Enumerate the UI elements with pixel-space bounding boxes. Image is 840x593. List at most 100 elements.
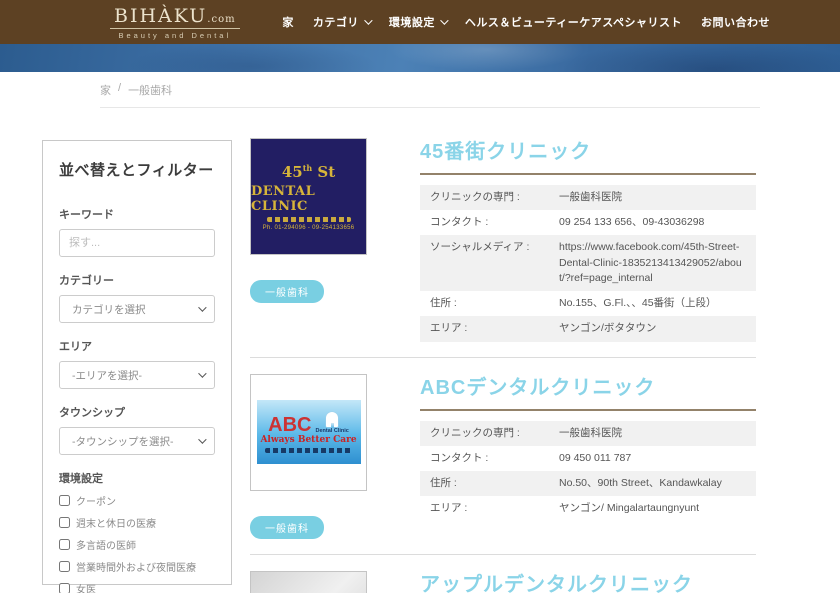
listing-media: ABC Dental Clinic Always Better Care 一般歯… bbox=[250, 374, 367, 539]
category-select[interactable]: カテゴリを選択 bbox=[59, 295, 215, 323]
nav-preferences[interactable]: 環境設定 bbox=[389, 14, 446, 30]
preference-female-doctor[interactable]: 女医 bbox=[59, 581, 215, 593]
abc-right-col: Dental Clinic bbox=[316, 412, 349, 434]
keyword-label: キーワード bbox=[59, 206, 215, 222]
breadcrumb-separator: / bbox=[118, 82, 121, 98]
preferences-label: 環境設定 bbox=[59, 470, 215, 486]
tooth-icon bbox=[326, 412, 338, 427]
row-value: https://www.facebook.com/45th-Street-Den… bbox=[555, 235, 756, 291]
township-select[interactable]: -タウンシップを選択- bbox=[59, 427, 215, 455]
breadcrumb-divider bbox=[100, 107, 760, 108]
clinic-logo-45th: 45th St DENTAL CLINIC Ph. 01-294096 - 09… bbox=[251, 139, 366, 254]
abc-dental-clinic-label: Dental Clinic bbox=[316, 428, 349, 434]
table-row: ソーシャルメディア :https://www.facebook.com/45th… bbox=[420, 235, 756, 291]
table-row: エリア :ヤンゴン/ Mingalartaungnyunt bbox=[420, 496, 756, 521]
preference-checkbox[interactable] bbox=[59, 561, 70, 572]
row-label: 住所 : bbox=[420, 291, 555, 316]
sidebar-title: 並べ替えとフィルター bbox=[59, 159, 215, 180]
breadcrumb: 家 / 一般歯科 bbox=[100, 82, 172, 98]
preferences-list: クーポン 週末と休日の医療 多言語の医師 営業時間外および夜間医療 女医 bbox=[59, 493, 215, 593]
listing-divider bbox=[250, 357, 756, 358]
clinic-logo-apple bbox=[251, 572, 366, 593]
nav-home[interactable]: 家 bbox=[282, 14, 294, 30]
clinic-listings: 45th St DENTAL CLINIC Ph. 01-294096 - 09… bbox=[250, 138, 756, 593]
area-select[interactable]: -エリアを選択- bbox=[59, 361, 215, 389]
main-nav: 家 カテゴリ 環境設定 ヘルス＆ビューティーケアスペシャリスト お問い合わせ bbox=[282, 0, 770, 44]
logo-tld: .com bbox=[207, 14, 235, 25]
preference-label: 女医 bbox=[76, 581, 96, 593]
chevron-down-icon bbox=[198, 303, 206, 311]
area-label: エリア bbox=[59, 338, 215, 354]
nav-contact[interactable]: お問い合わせ bbox=[701, 14, 770, 30]
preference-checkbox[interactable] bbox=[59, 495, 70, 506]
table-row: 住所 :No.155、G.Fl.、、45番街（上段） bbox=[420, 291, 756, 316]
preference-multilingual[interactable]: 多言語の医師 bbox=[59, 537, 215, 552]
clinic-title[interactable]: ABCデンタルクリニック bbox=[420, 371, 756, 400]
site-logo[interactable]: BIHÀKU.com Beauty and Dental bbox=[110, 5, 240, 40]
listing-details: アップルデンタルクリニック クリニックの専門 :一般歯科医 コンタクト :09 … bbox=[420, 571, 756, 593]
abc-wordmark: ABC bbox=[268, 416, 311, 434]
clinic-thumbnail[interactable] bbox=[250, 571, 367, 593]
keyword-search-input[interactable] bbox=[59, 229, 215, 257]
row-value: ヤンゴン/ Mingalartaungnyunt bbox=[555, 496, 756, 521]
row-label: コンタクト : bbox=[420, 446, 555, 471]
listing-details: 45番街クリニック クリニックの専門 :一般歯科医院 コンタクト :09 254… bbox=[420, 138, 756, 342]
row-value: 09 450 011 787 bbox=[555, 446, 756, 471]
row-label: クリニックの専門 : bbox=[420, 185, 555, 210]
title-underline bbox=[420, 409, 756, 411]
table-row: クリニックの専門 :一般歯科医院 bbox=[420, 421, 756, 446]
clinic-info-table: クリニックの専門 :一般歯科医院 コンタクト :09 450 011 787 住… bbox=[420, 421, 756, 522]
row-value: No.50、90th Street、Kandawkalay bbox=[555, 471, 756, 496]
row-label: エリア : bbox=[420, 496, 555, 521]
table-row: クリニックの専門 :一般歯科医院 bbox=[420, 185, 756, 210]
clinic-title[interactable]: 45番街クリニック bbox=[420, 135, 756, 164]
table-row: エリア :ヤンゴン/ボタタウン bbox=[420, 316, 756, 341]
nav-category[interactable]: カテゴリ bbox=[313, 14, 370, 30]
row-value: No.155、G.Fl.、、45番街（上段） bbox=[555, 291, 756, 316]
logo-line2: DENTAL CLINIC bbox=[251, 184, 366, 214]
listing-details: ABCデンタルクリニック クリニックの専門 :一般歯科医院 コンタクト :09 … bbox=[420, 374, 756, 539]
site-header: BIHÀKU.com Beauty and Dental 家 カテゴリ 環境設定… bbox=[0, 0, 840, 44]
table-row: コンタクト :09 254 133 656、09-43036298 bbox=[420, 210, 756, 235]
listing-45th-street: 45th St DENTAL CLINIC Ph. 01-294096 - 09… bbox=[250, 138, 756, 342]
clinic-thumbnail[interactable]: ABC Dental Clinic Always Better Care bbox=[250, 374, 367, 491]
listing-media: 45th St DENTAL CLINIC Ph. 01-294096 - 09… bbox=[250, 138, 367, 342]
title-underline bbox=[420, 173, 756, 175]
logo-line1: 45th St bbox=[282, 163, 335, 181]
preference-checkbox[interactable] bbox=[59, 517, 70, 528]
abc-row: ABC Dental Clinic bbox=[268, 412, 349, 434]
preference-checkbox[interactable] bbox=[59, 583, 70, 593]
category-label: カテゴリー bbox=[59, 272, 215, 288]
clinic-thumbnail[interactable]: 45th St DENTAL CLINIC Ph. 01-294096 - 09… bbox=[250, 138, 367, 255]
clinic-logo-abc: ABC Dental Clinic Always Better Care bbox=[251, 375, 366, 490]
preference-label: 営業時間外および夜間医療 bbox=[76, 559, 196, 574]
breadcrumb-home-link[interactable]: 家 bbox=[100, 82, 111, 98]
burmese-text-line bbox=[265, 448, 353, 453]
row-label: ソーシャルメディア : bbox=[420, 235, 555, 291]
row-value: 一般歯科医院 bbox=[555, 421, 756, 446]
row-value: ヤンゴン/ボタタウン bbox=[555, 316, 756, 341]
chevron-down-icon bbox=[440, 16, 448, 24]
burmese-text-line bbox=[267, 217, 351, 222]
listing-abc-dental: ABC Dental Clinic Always Better Care 一般歯… bbox=[250, 374, 756, 539]
township-select-value: -タウンシップを選択- bbox=[72, 434, 174, 449]
category-badge[interactable]: 一般歯科 bbox=[250, 516, 324, 539]
row-label: エリア : bbox=[420, 316, 555, 341]
preference-checkbox[interactable] bbox=[59, 539, 70, 550]
preference-weekend[interactable]: 週末と休日の医療 bbox=[59, 515, 215, 530]
row-label: コンタクト : bbox=[420, 210, 555, 235]
preference-afterhours[interactable]: 営業時間外および夜間医療 bbox=[59, 559, 215, 574]
preference-coupon[interactable]: クーポン bbox=[59, 493, 215, 508]
clinic-title[interactable]: アップルデンタルクリニック bbox=[420, 568, 756, 593]
row-label: 住所 : bbox=[420, 471, 555, 496]
abc-tagline: Always Better Care bbox=[260, 435, 356, 445]
hero-banner bbox=[0, 44, 840, 72]
preference-label: 週末と休日の医療 bbox=[76, 515, 156, 530]
area-select-value: -エリアを選択- bbox=[72, 368, 142, 383]
table-row: コンタクト :09 450 011 787 bbox=[420, 446, 756, 471]
chevron-down-icon bbox=[198, 369, 206, 377]
category-select-value: カテゴリを選択 bbox=[72, 302, 146, 317]
category-badge[interactable]: 一般歯科 bbox=[250, 280, 324, 303]
row-value: 一般歯科医院 bbox=[555, 185, 756, 210]
nav-specialist[interactable]: ヘルス＆ビューティーケアスペシャリスト bbox=[465, 14, 682, 30]
